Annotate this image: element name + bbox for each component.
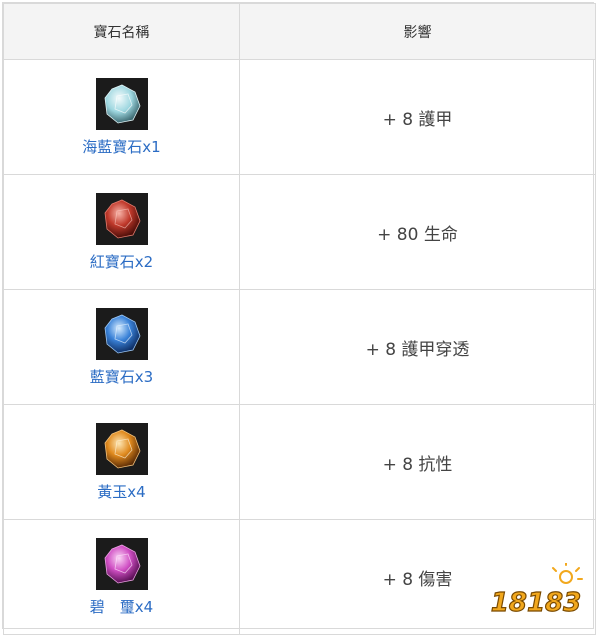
table-row: 藍寶石x3 + 8 護甲穿透 [3,289,596,405]
effect-cell: + 80 生命 [239,174,596,290]
ruby-gem-icon [95,192,148,245]
sapphire-gem-icon [95,307,148,360]
gem-label: 黃玉x4 [97,482,146,501]
effect-cell: + 8 抗性 [239,404,596,520]
gem-name-cell: 紅寶石x2 [3,174,240,290]
gem-label: 海藍寶石x1 [82,137,161,156]
effect-text: + 8 抗性 [382,454,453,475]
gem-table: 寶石名稱 影響 海藍寶石x1 + 8 護甲 紅寶石x2 + 80 生命 藍寶石x… [3,3,596,635]
table-row: 黃玉x4 + 8 抗性 [3,404,596,520]
header-gem-name: 寶石名稱 [3,3,240,60]
effect-cell: + 8 護甲穿透 [239,289,596,405]
effect-text: + 80 生命 [377,224,458,245]
effect-text: + 8 護甲 [382,109,453,130]
topaz-gem-icon [95,422,148,475]
gem-name-cell: 藍寶石x3 [3,289,240,405]
effect-text: + 8 護甲穿透 [365,339,470,360]
gem-name-cell: 碧 璽x4 [3,519,240,635]
aquamarine-gem-icon [95,77,148,130]
effect-text: + 8 傷害 [382,569,453,590]
logo-text: 18183 [491,588,581,618]
site-logo-watermark: 18183 [490,563,583,619]
table-header-row: 寶石名稱 影響 [3,3,596,60]
gem-label: 藍寶石x3 [89,367,154,386]
table-row: 海藍寶石x1 + 8 護甲 [3,59,596,175]
effect-cell: + 8 護甲 [239,59,596,175]
gem-label: 紅寶石x2 [89,252,154,271]
tourmaline-gem-icon [95,537,148,590]
gem-name-cell: 海藍寶石x1 [3,59,240,175]
gem-name-cell: 黃玉x4 [3,404,240,520]
header-effect: 影響 [239,3,596,60]
sun-icon [552,563,583,584]
gem-label: 碧 璽x4 [89,597,154,616]
gem-table-frame: 寶石名稱 影響 海藍寶石x1 + 8 護甲 紅寶石x2 + 80 生命 藍寶石x… [2,2,596,635]
table-row: 紅寶石x2 + 80 生命 [3,174,596,290]
